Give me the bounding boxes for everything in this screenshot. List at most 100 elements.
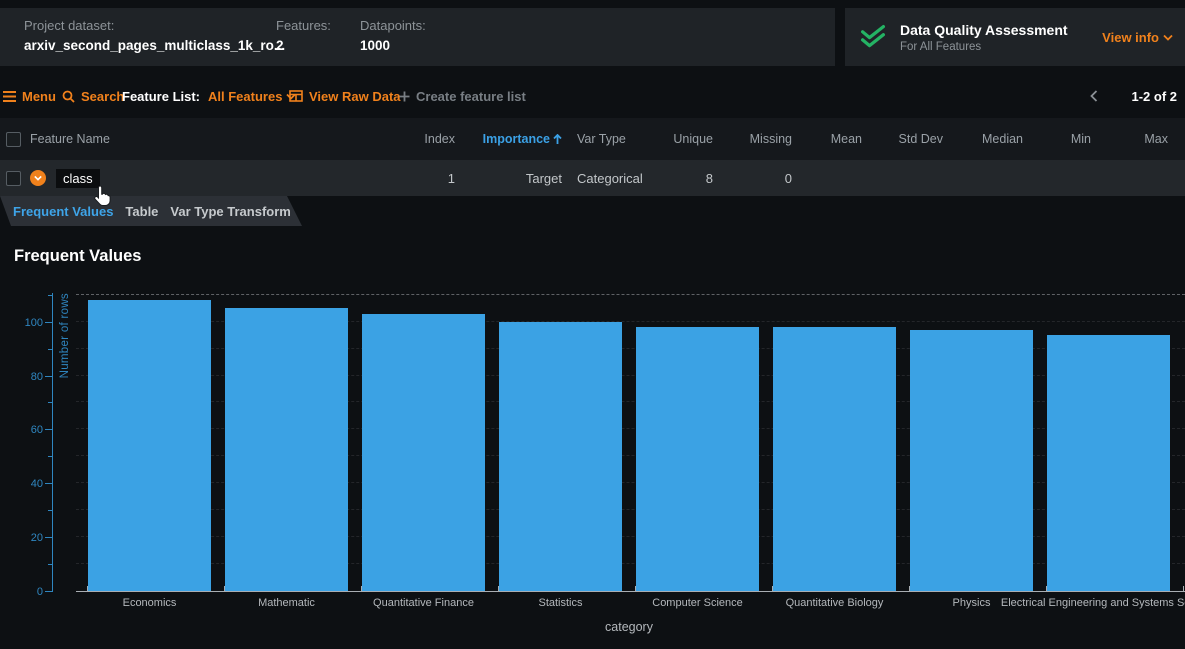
data-quality-panel: Data Quality Assessment For All Features… (845, 8, 1185, 66)
select-all-checkbox[interactable] (6, 132, 21, 147)
x-tick (361, 586, 362, 591)
datapoints-value: 1000 (360, 38, 426, 53)
chart-plot-area: EconomicsMathematicQuantitative FinanceS… (76, 293, 1185, 592)
create-feature-list-button[interactable]: Create feature list (399, 80, 526, 112)
search-label: Search (81, 89, 124, 104)
double-checkmark-icon (858, 24, 888, 50)
col-min[interactable]: Min (1023, 132, 1091, 146)
x-category-label: Statistics (538, 597, 582, 609)
menu-button[interactable]: Menu (3, 80, 56, 112)
bar-7[interactable] (1047, 335, 1170, 591)
view-raw-data-label: View Raw Data (309, 89, 401, 104)
x-tick (87, 586, 88, 591)
feature-name-cell: class (30, 169, 395, 188)
y-tick (48, 564, 52, 565)
bar-2[interactable] (362, 314, 485, 591)
table-grid-icon (289, 90, 303, 102)
x-tick (772, 586, 773, 591)
plus-icon (399, 91, 410, 102)
data-quality-text: Data Quality Assessment For All Features (900, 22, 1068, 53)
bar-1[interactable] (225, 308, 348, 591)
y-tick-label: 0 (37, 586, 43, 598)
search-icon (62, 90, 75, 103)
row-checkbox[interactable] (6, 171, 21, 186)
col-unique[interactable]: Unique (650, 132, 713, 146)
menu-label: Menu (22, 89, 56, 104)
x-tick (1183, 586, 1184, 591)
feature-name-value[interactable]: class (56, 169, 100, 188)
y-tick-label: 60 (31, 424, 43, 436)
features-value: 2 (276, 38, 331, 53)
feature-list-label: Feature List: (122, 89, 200, 104)
y-axis-title: Number of rows (59, 293, 71, 378)
tab-var-type-transform[interactable]: Var Type Transform (170, 204, 290, 219)
bar-5[interactable] (773, 327, 896, 591)
features-stat: Features: 2 (276, 18, 331, 53)
x-category-label: Physics (953, 597, 991, 609)
cell-index: 1 (395, 171, 455, 186)
feature-list-control: Feature List: All Features (122, 80, 296, 112)
view-info-button[interactable]: View info (1102, 30, 1173, 45)
data-quality-title: Data Quality Assessment (900, 22, 1068, 38)
y-tick (45, 483, 52, 484)
project-dataset-value: arxiv_second_pages_multiclass_1k_ro... (24, 38, 285, 53)
cell-unique: 8 (650, 171, 713, 186)
bar-0[interactable] (88, 300, 211, 591)
chevron-down-icon (1163, 34, 1173, 41)
feature-list-dropdown[interactable]: All Features (208, 89, 296, 104)
y-tick (48, 295, 52, 296)
frequent-values-chart: Number of rows 020406080100 EconomicsMat… (0, 280, 1185, 640)
y-tick (48, 456, 52, 457)
x-category-label: Mathematic (258, 597, 315, 609)
search-button[interactable]: Search (62, 80, 124, 112)
y-axis-ticks: 020406080100 (0, 293, 52, 592)
bar-6[interactable] (910, 330, 1033, 591)
feature-list-value: All Features (208, 89, 282, 104)
hamburger-icon (3, 91, 16, 102)
feature-data-page: Project dataset: arxiv_second_pages_mult… (0, 0, 1185, 649)
project-dataset-stat: Project dataset: arxiv_second_pages_mult… (24, 18, 285, 53)
cell-missing: 0 (713, 171, 792, 186)
feature-table-header: Feature Name Index Importance Var Type U… (0, 118, 1185, 160)
view-raw-data-button[interactable]: View Raw Data (289, 80, 401, 112)
col-max[interactable]: Max (1091, 132, 1168, 146)
x-category-label: Electrical Engineering and Systems Scien… (1001, 597, 1185, 609)
tab-frequent-values[interactable]: Frequent Values (13, 204, 113, 219)
project-dataset-panel: Project dataset: arxiv_second_pages_mult… (0, 8, 835, 66)
x-tick (909, 586, 910, 591)
datapoints-label: Datapoints: (360, 18, 426, 33)
gridline (76, 294, 1185, 295)
section-title: Frequent Values (14, 247, 141, 266)
cell-var-type: Categorical (562, 171, 650, 186)
x-category-label: Quantitative Finance (373, 597, 474, 609)
data-quality-subtitle: For All Features (900, 41, 1068, 53)
col-importance[interactable]: Importance (455, 132, 562, 146)
col-index[interactable]: Index (395, 132, 455, 146)
col-mean[interactable]: Mean (792, 132, 862, 146)
datapoints-stat: Datapoints: 1000 (360, 18, 426, 53)
col-missing[interactable]: Missing (713, 132, 792, 146)
col-var-type[interactable]: Var Type (562, 132, 650, 146)
tab-table[interactable]: Table (125, 204, 158, 219)
y-tick (45, 376, 52, 377)
x-tick (1046, 586, 1047, 591)
y-tick-label: 20 (31, 532, 43, 544)
x-category-label: Quantitative Biology (786, 597, 884, 609)
y-tick (45, 537, 52, 538)
pagination-prev-button[interactable] (1090, 80, 1098, 112)
y-tick-label: 100 (25, 317, 43, 329)
table-row-class[interactable]: class 1 Target Categorical 8 0 (0, 160, 1185, 196)
create-feature-list-label: Create feature list (416, 89, 526, 104)
y-tick (48, 349, 52, 350)
pagination-status: 1-2 of 2 (1131, 80, 1177, 112)
col-median[interactable]: Median (943, 132, 1023, 146)
bar-4[interactable] (636, 327, 759, 591)
col-feature-name[interactable]: Feature Name (30, 132, 395, 146)
y-tick (48, 402, 52, 403)
col-std-dev[interactable]: Std Dev (862, 132, 943, 146)
bar-3[interactable] (499, 322, 622, 591)
expand-feature-button[interactable] (30, 170, 46, 186)
x-tick (635, 586, 636, 591)
project-dataset-label: Project dataset: (24, 18, 285, 33)
cell-importance: Target (455, 171, 562, 186)
